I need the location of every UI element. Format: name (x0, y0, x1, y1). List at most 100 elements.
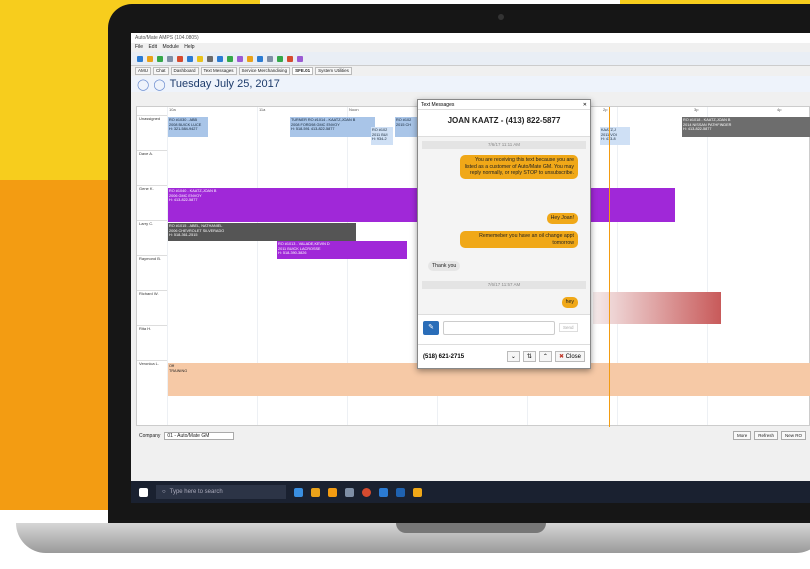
tab-text-messages[interactable]: Text Messages (200, 67, 237, 75)
time-label: 2p (603, 107, 608, 112)
close-icon[interactable]: ✕ (583, 102, 587, 108)
appointment[interactable]: RO #102 2011 BUI H: 934-2 (371, 127, 393, 145)
send-button[interactable]: Send (559, 323, 578, 332)
time-label: 11a (259, 107, 266, 112)
tab-system-utilities[interactable]: System Utilities (315, 67, 352, 75)
taskbar-app-icon[interactable] (379, 487, 388, 497)
tab-chat[interactable]: Chat (153, 67, 169, 75)
taskbar-search-placeholder: Type here to search (169, 489, 223, 495)
windows-start-icon[interactable] (139, 487, 148, 497)
tab-sfe01[interactable]: SFE.01 (292, 67, 314, 75)
close-x-icon: ✖ (558, 354, 566, 360)
toolbar-icon[interactable] (137, 55, 143, 62)
row-label: Gene K. (137, 185, 167, 220)
message-input[interactable] (443, 320, 555, 335)
taskbar-app-icon[interactable] (413, 487, 422, 497)
taskbar-app-icon[interactable] (396, 487, 405, 497)
appointment[interactable]: RO #1015 - ABEL, NATHANIEL 2006 CHEVROLET… (168, 223, 356, 241)
toolbar-icon[interactable] (197, 55, 203, 62)
more-button[interactable]: More (732, 431, 752, 440)
appointment[interactable]: RO #1030 - ABB 2008 BUICK LUCE H: 321-584-… (168, 117, 208, 137)
menu-module[interactable]: Module (162, 44, 178, 50)
pen-icon[interactable]: ✎ (423, 320, 439, 335)
row-label: Dave A. (137, 150, 167, 185)
next-day-icon[interactable]: ◯ (153, 78, 165, 91)
taskbar-app-icon[interactable] (345, 487, 354, 497)
close-button[interactable]: ✖ Close (554, 351, 585, 362)
toolbar-icon[interactable] (147, 55, 153, 62)
sender-phone: (518) 621-2715 (423, 353, 465, 360)
taskbar-app-icon[interactable] (311, 487, 320, 497)
module-tabs: AMU Chat Dashboard Text Messages Service… (131, 66, 810, 76)
tab-amu[interactable]: AMU (135, 67, 151, 75)
message-timestamp: 7/6/17 11:11 AM (422, 141, 586, 149)
message-bubble-incoming: Thank you (428, 261, 461, 271)
appointment[interactable]: RO #102 2015 CH (395, 117, 419, 137)
tab-dashboard[interactable]: Dashboard (170, 67, 199, 75)
contact-header: JOAN KAATZ - (413) 822-5877 (447, 116, 561, 125)
prev-day-icon[interactable]: ◯ (137, 78, 149, 91)
toolbar-icon[interactable] (257, 55, 263, 62)
taskbar-app-icon[interactable] (294, 487, 303, 497)
toolbar-icon[interactable] (217, 55, 223, 62)
row-label: Veronica L. (137, 360, 167, 395)
laptop-camera (498, 14, 504, 20)
new-ro-button[interactable]: New RO (780, 431, 806, 440)
dialog-title: Text Messages (421, 102, 455, 108)
laptop-notch (396, 523, 546, 533)
appointment[interactable]: RO #1013 - VALADE,KEVIN D 2011 BUICK LACR… (277, 241, 407, 259)
company-select[interactable]: 01 - Auto/Mate GM (164, 432, 235, 440)
toolbar-icon[interactable] (177, 55, 183, 62)
toolbar-icon[interactable] (187, 55, 193, 62)
sort-icon[interactable]: ⇅ (522, 351, 536, 362)
dialog-titlebar: Text Messages ✕ (418, 100, 590, 110)
message-thread: 7/6/17 11:11 AM You are receiving this t… (418, 136, 590, 314)
compose-area: ✎ Send (418, 314, 590, 340)
time-label: 4p (777, 107, 782, 112)
appointment[interactable]: RO #1018 - KAATZ,JOAN B 2014 NISSAN PATHF… (682, 117, 810, 137)
row-label: Raymond B. (137, 255, 167, 290)
menu-file[interactable]: File (135, 44, 143, 50)
taskbar-app-icon[interactable] (328, 487, 337, 497)
current-time-line (609, 107, 610, 427)
menu-help[interactable]: Help (184, 44, 194, 50)
windows-taskbar: ○ Type here to search (131, 481, 810, 503)
toolbar-icon[interactable] (227, 55, 233, 62)
message-bubble-outgoing: You are receiving this text because you … (460, 155, 578, 179)
background-orange-panel (0, 180, 120, 510)
search-icon: ○ (162, 489, 166, 495)
row-label: Unassigned (137, 115, 167, 150)
dialog-footer: (518) 621-2715 ⌄ ⇅ ⌃ ✖ Close (418, 344, 590, 368)
chevron-down-icon[interactable]: ⌄ (506, 351, 520, 362)
time-label: 3p (694, 107, 699, 112)
toolbar-icon[interactable] (277, 55, 283, 62)
time-label: Noon (349, 107, 359, 112)
toolbar-icon[interactable] (207, 55, 213, 62)
appointment[interactable]: KAATZ,J2011 VOIH: 413-8 (600, 127, 630, 145)
bottom-bar: Company 01 - Auto/Mate GM More Refresh N… (136, 429, 810, 443)
message-bubble-outgoing: hey (561, 297, 578, 308)
toolbar-icon[interactable] (157, 55, 163, 62)
time-label: 10a (169, 107, 176, 112)
toolbar-icon[interactable] (287, 55, 293, 62)
row-label: Richard W. (137, 290, 167, 325)
taskbar-search[interactable]: ○ Type here to search (156, 485, 286, 499)
tab-service-merchandising[interactable]: Service Merchandising (238, 67, 291, 75)
toolbar-icon[interactable] (237, 55, 243, 62)
refresh-button[interactable]: Refresh (754, 431, 778, 440)
toolbar (131, 52, 810, 66)
message-bubble-outgoing: Rememeber you have an oil change appt to… (460, 231, 578, 248)
toolbar-icon[interactable] (247, 55, 253, 62)
chrome-icon[interactable] (362, 487, 371, 497)
toolbar-icon[interactable] (297, 55, 303, 62)
company-label: Company (139, 433, 161, 439)
menu-edit[interactable]: Edit (148, 44, 157, 50)
appointment-bar[interactable] (593, 292, 721, 324)
toolbar-icon[interactable] (267, 55, 273, 62)
toolbar-icon[interactable] (167, 55, 173, 62)
message-timestamp: 7/6/17 11:57 AM (422, 281, 586, 289)
appointment[interactable]: TURNER RO #1014 - KAATZ,JOAN B 2008 FORD9… (290, 117, 375, 137)
chevron-up-icon[interactable]: ⌃ (538, 351, 552, 362)
row-label: Larry C. (137, 220, 167, 255)
text-messages-dialog: Text Messages ✕ JOAN KAATZ - (413) 822-5… (417, 99, 591, 369)
